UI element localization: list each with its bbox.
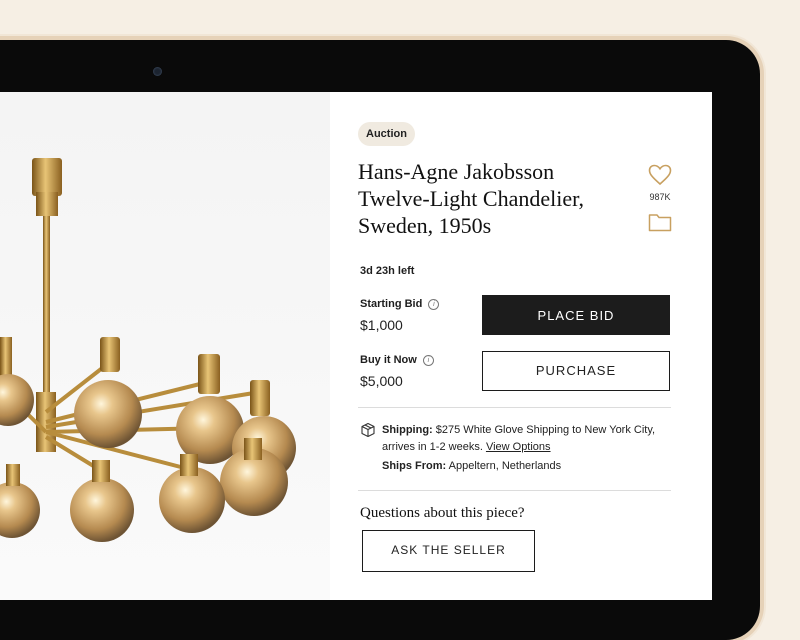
screen: Auction Hans-Agne Jakobsson Twelve-Light… [0, 92, 712, 600]
buy-now-text: Buy it Now [360, 354, 417, 366]
ships-from-value: Appeltern, Netherlands [448, 460, 562, 472]
product-image[interactable] [0, 92, 330, 600]
favorite-button[interactable]: 987K [646, 164, 674, 202]
title-line: Twelve-Light Chandelier, [358, 186, 585, 211]
shipping-info: Shipping: $275 White Glove Shipping to N… [382, 422, 672, 475]
starting-bid-label: Starting Bid i [360, 298, 440, 310]
ask-seller-button[interactable]: ASK THE SELLER [362, 530, 535, 572]
listing-details: Auction Hans-Agne Jakobsson Twelve-Light… [358, 92, 678, 600]
info-icon[interactable]: i [428, 298, 440, 310]
chandelier-image [0, 158, 296, 542]
buy-now-label: Buy it Now i [360, 354, 434, 366]
package-icon [360, 422, 376, 443]
ships-from-label: Ships From: [382, 460, 447, 472]
view-options-link[interactable]: View Options [486, 441, 551, 453]
save-to-folder-button[interactable] [648, 212, 672, 237]
camera-icon [153, 67, 162, 76]
heart-icon[interactable] [648, 164, 672, 186]
buy-now-value: $5,000 [360, 373, 403, 389]
folder-icon[interactable] [648, 212, 672, 232]
title-line: Hans-Agne Jakobsson [358, 159, 555, 184]
listing-title: Hans-Agne Jakobsson Twelve-Light Chandel… [358, 158, 628, 239]
starting-bid-value: $1,000 [360, 317, 403, 333]
questions-heading: Questions about this piece? [360, 505, 525, 521]
purchase-button[interactable]: PURCHASE [482, 351, 670, 391]
favorites-count: 987K [649, 192, 671, 202]
divider [358, 407, 671, 408]
divider [358, 490, 671, 491]
shipping-label: Shipping: [382, 424, 433, 436]
auction-badge: Auction [358, 122, 415, 146]
title-line: Sweden, 1950s [358, 213, 492, 238]
info-icon[interactable]: i [422, 354, 434, 366]
place-bid-button[interactable]: PLACE BID [482, 295, 670, 335]
time-left: 3d 23h left [360, 265, 415, 277]
starting-bid-text: Starting Bid [360, 298, 423, 310]
